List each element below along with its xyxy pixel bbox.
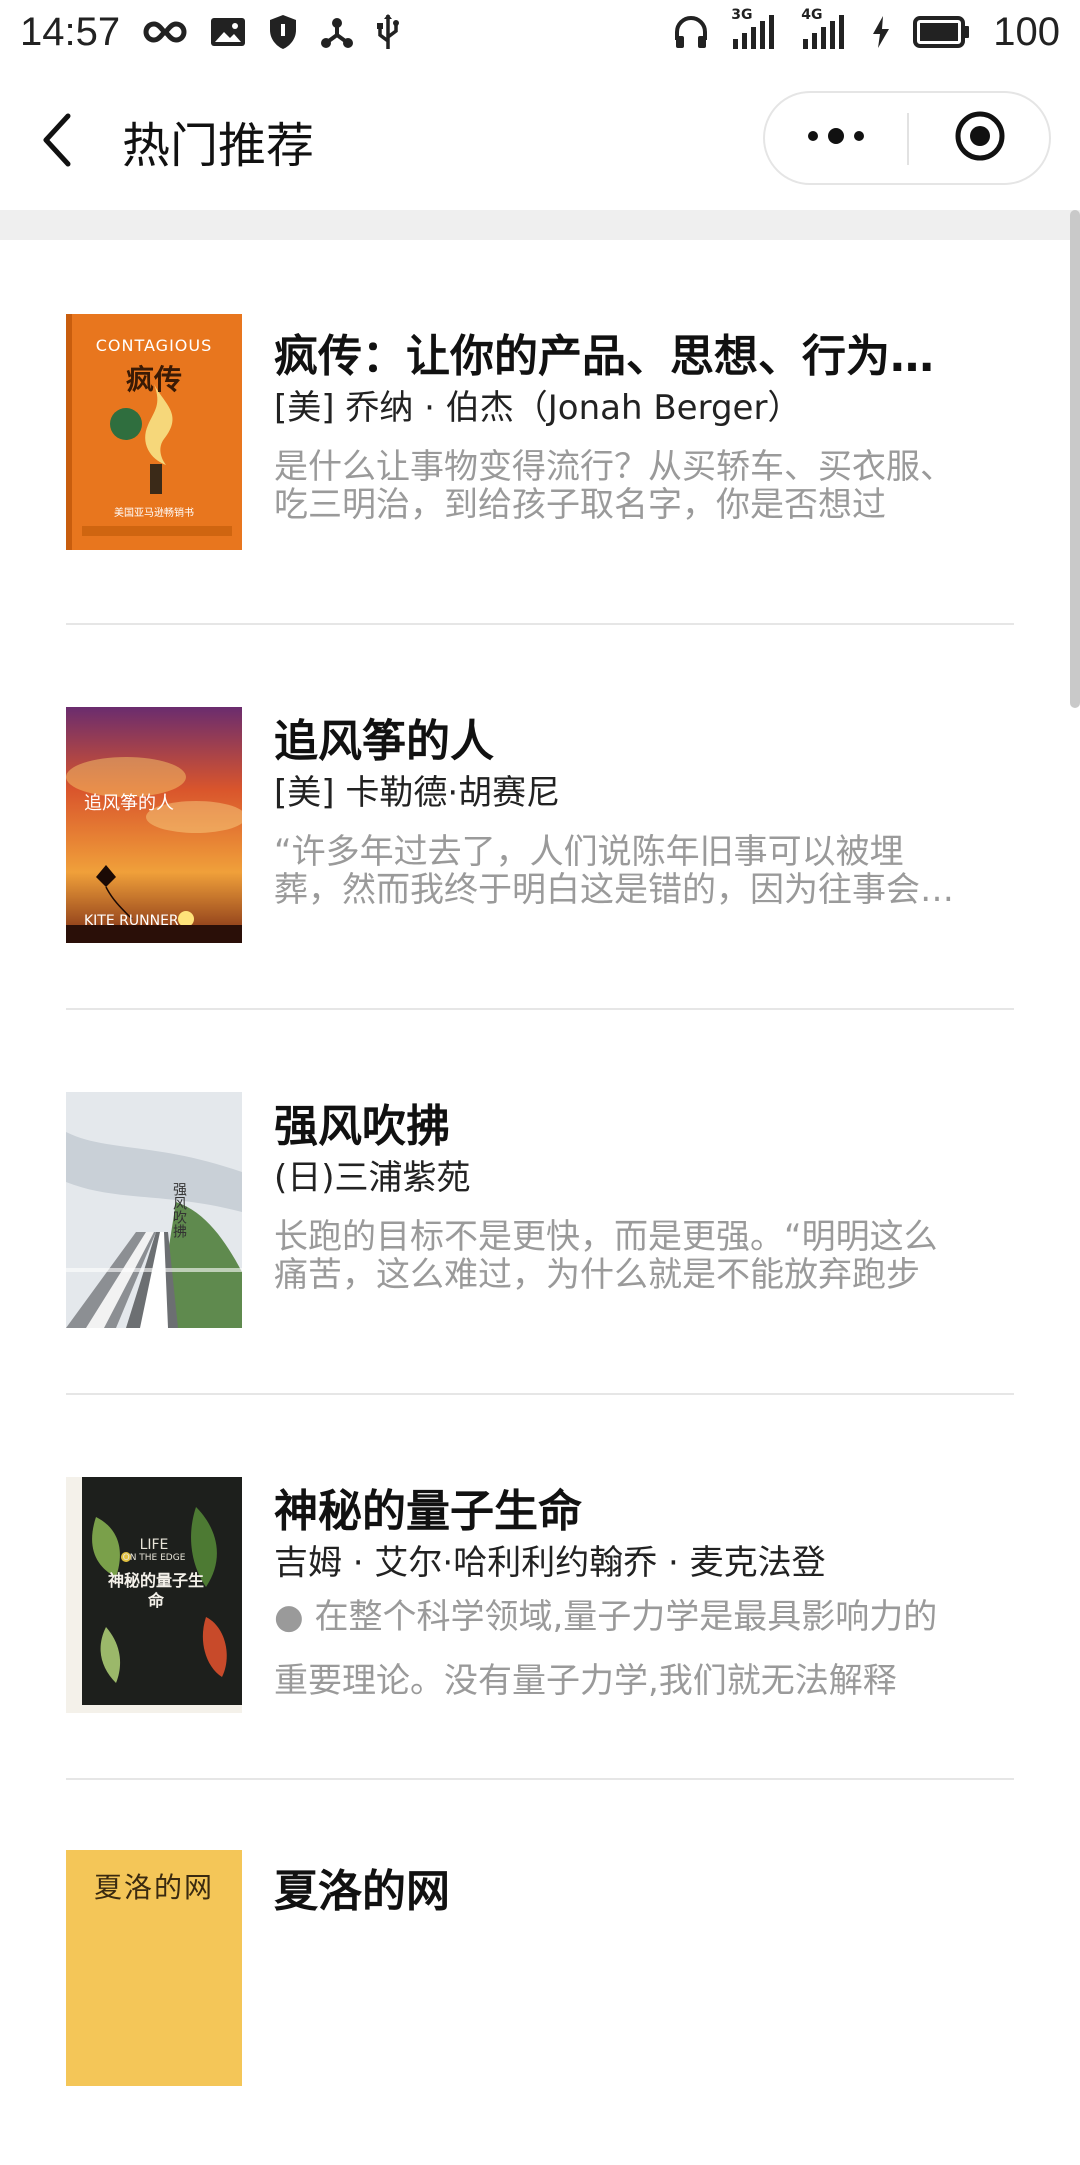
nav-bar: 热门推荐 (0, 64, 1080, 210)
status-time: 14:57 (20, 9, 121, 54)
cover-title-en: KITE RUNNER (84, 913, 179, 929)
book-author: 吉姆 · 艾尔·哈利利约翰乔 · 麦克法登 (274, 1543, 826, 1583)
book-item[interactable]: LIFE ON THE EDGE 神秘的量子生命 神秘的量子生命 吉姆 · 艾尔… (0, 1395, 1080, 1780)
more-dots-icon (805, 126, 867, 150)
book-description: 长跑的目标不是更快，而是更强。“明明这么痛苦，这么难过，为什么就是不能放弃跑步 (274, 1218, 938, 1294)
battery-level: 100 (993, 9, 1060, 54)
cover-subtitle-en: ON THE EDGE (122, 1553, 186, 1563)
book-title: 强风吹拂 (274, 1101, 450, 1152)
cover-title-en: CONTAGIOUS (95, 336, 213, 355)
page-title: 热门推荐 (122, 118, 315, 174)
book-author: [美] 卡勒德·胡赛尼 (274, 773, 561, 813)
cover-title-cn: 追风筝的人 (84, 793, 174, 814)
book-cover-kite-runner: 追风筝的人 KITE RUNNER (66, 707, 242, 943)
more-button[interactable] (765, 93, 907, 183)
book-cover-run-with-the-wind: 强风吹拂 (66, 1092, 242, 1328)
usb-icon (376, 13, 400, 51)
book-item[interactable]: 强风吹拂 强风吹拂 (日)三浦紫苑 长跑的目标不是更快，而是更强。“明明这么痛苦… (0, 1010, 1080, 1395)
network-4g-label: 4G (801, 7, 823, 23)
status-left: 14:57 (20, 10, 400, 55)
book-title: 神秘的量子生命 (274, 1486, 582, 1537)
book-description: ● 在整个科学领域,量子力学是最具影响力的重要理论。没有量子力学,我们就无法解释 (274, 1597, 938, 1701)
book-item[interactable]: 夏洛的网 夏洛的网 (0, 1780, 1080, 2165)
charging-icon (871, 15, 891, 49)
signal-3g-icon: 3G (731, 7, 779, 51)
battery-icon (913, 16, 971, 48)
book-description: 是什么让事物变得流行？从买轿车、买衣服、吃三明治，到给孩子取名字，你是否想过 (274, 448, 954, 524)
status-bar: 14:57 3G 4G 100 (0, 0, 1080, 64)
close-mini-program-button[interactable] (911, 93, 1049, 183)
book-title: 夏洛的网 (274, 1866, 450, 1917)
book-item[interactable]: 追风筝的人 KITE RUNNER 追风筝的人 [美] 卡勒德·胡赛尼 “许多年… (0, 625, 1080, 1010)
network-3g-label: 3G (731, 7, 753, 23)
cover-title-cn: 强风吹拂 (171, 1182, 187, 1238)
mini-program-capsule (763, 91, 1051, 185)
section-divider (0, 210, 1080, 240)
book-cover-life-on-the-edge: LIFE ON THE EDGE 神秘的量子生命 (66, 1477, 242, 1713)
book-cover-contagious: CONTAGIOUS 疯传 美国亚马逊畅销书 (66, 314, 242, 550)
book-title: 疯传：让你的产品、思想、行为像病毒一样入侵 (274, 331, 964, 382)
book-item[interactable]: CONTAGIOUS 疯传 美国亚马逊畅销书 疯传：让你的产品、思想、行为像病毒… (0, 240, 1080, 625)
book-title: 追风筝的人 (274, 716, 494, 767)
book-author: [美] 乔纳 · 伯杰（Jonah Berger） (274, 388, 802, 428)
cover-title-cn: 疯传 (125, 363, 182, 396)
infinity-icon (142, 18, 188, 46)
book-author: (日)三浦紫苑 (274, 1158, 471, 1198)
target-circle-icon (953, 109, 1007, 167)
cover-title-cn: 神秘的量子生命 (107, 1571, 204, 1610)
signal-4g-icon: 4G (801, 7, 849, 51)
book-description: “许多年过去了，人们说陈年旧事可以被埋葬，然而我终于明白这是错的，因为往事会自行… (274, 833, 954, 909)
cover-tagline: 美国亚马逊畅销书 (114, 508, 194, 519)
share-node-icon (320, 15, 354, 49)
capsule-divider (907, 113, 909, 165)
shield-icon (268, 14, 298, 50)
headphones-icon (673, 14, 709, 50)
status-right: 3G 4G 100 (673, 7, 1060, 55)
cover-title-cn: 夏洛的网 (93, 1871, 214, 1904)
image-icon (210, 17, 246, 47)
cover-title-en: LIFE (139, 1537, 169, 1553)
book-list: CONTAGIOUS 疯传 美国亚马逊畅销书 疯传：让你的产品、思想、行为像病毒… (0, 240, 1080, 2165)
back-arrow-icon[interactable] (36, 110, 80, 170)
book-cover-charlottes-web: 夏洛的网 (66, 1850, 242, 2086)
